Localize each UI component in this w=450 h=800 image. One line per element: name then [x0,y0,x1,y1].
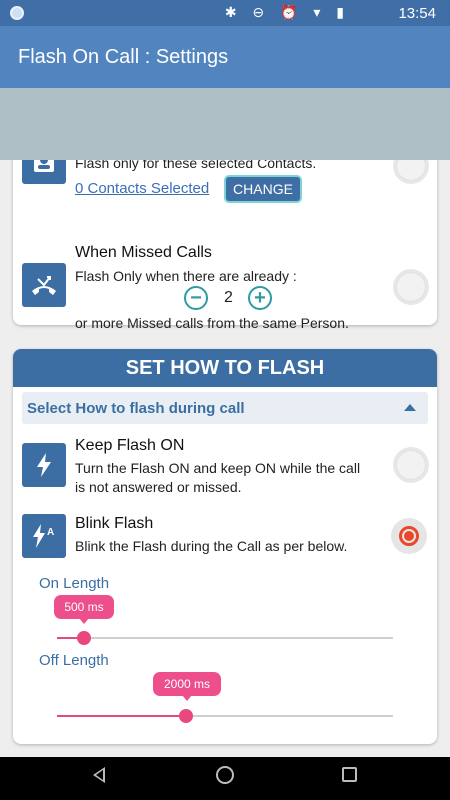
on-length-value-bubble: 500 ms [54,595,114,624]
contacts-selected-link[interactable]: 0 Contacts Selected [75,180,209,197]
missed-calls-radio[interactable] [393,269,429,305]
off-length-thumb[interactable] [179,709,193,723]
settings-scroll-area[interactable]: Flash only for these selected Contacts. … [0,160,450,757]
on-length-thumb[interactable] [77,631,91,645]
contacts-option[interactable]: Flash only for these selected Contacts. … [13,160,437,220]
caret-up-icon [404,404,416,411]
filter-card: Flash only for these selected Contacts. … [13,160,437,331]
contacts-radio[interactable] [393,160,429,184]
keep-flash-on-line1: Turn the Flash ON and keep ON while the … [75,460,361,476]
missed-calls-title: When Missed Calls [75,244,212,261]
missed-calls-line1: Flash Only when there are already : [75,268,297,284]
off-length-value-bubble: 2000 ms [153,672,221,701]
missed-call-icon [22,263,66,307]
flash-mode-collapse-toggle[interactable]: Select How to flash during call [22,392,428,424]
status-time: 13:54 [398,5,436,22]
on-length-slider[interactable] [57,637,393,639]
increase-button[interactable]: + [248,286,272,310]
system-nav-bar [0,757,450,800]
on-length-value: 500 ms [64,600,104,614]
flash-mode-card: SET HOW TO FLASH Select How to flash dur… [13,349,437,744]
keep-flash-on-line2: is not answered or missed. [75,479,242,495]
status-bar: ✱ ⊖ ⏰ ▾ ▮ 13:54 [0,0,450,26]
status-icons: ✱ ⊖ ⏰ ▾ ▮ [224,4,350,20]
off-length-slider[interactable] [57,715,393,717]
missed-calls-count: 2 [224,289,233,306]
home-icon[interactable] [216,766,234,784]
recent-apps-icon[interactable] [342,767,357,782]
back-icon[interactable] [93,767,105,783]
change-contacts-button[interactable]: CHANGE [224,175,302,203]
off-length-value: 2000 ms [163,677,211,691]
blink-flash-radio[interactable] [391,518,427,554]
page-title: Flash On Call : Settings [18,46,229,68]
keep-flash-on-radio[interactable] [393,447,429,483]
blink-flash-title: Blink Flash [75,515,154,532]
flash-icon [22,443,66,487]
missed-calls-line2: or more Missed calls from the same Perso… [75,315,349,331]
svg-text:A: A [47,527,54,538]
app-bar: Flash On Call : Settings [0,26,450,88]
missed-calls-option[interactable]: When Missed Calls Flash Only when there … [13,220,437,331]
blink-flash-line1: Blink the Flash during the Call as per b… [75,538,348,554]
off-length-fill [57,715,187,717]
decrease-button[interactable]: − [184,286,208,310]
subheader-label: Select How to flash during call [27,400,245,417]
blink-flash-option[interactable]: A Blink Flash Blink the Flash during the… [13,509,437,559]
section-header: SET HOW TO FLASH [13,349,437,387]
notification-icon [10,6,24,20]
off-length-label: Off Length [39,652,109,669]
contacts-description: Flash only for these selected Contacts. [75,160,317,171]
blink-flash-icon: A [22,514,66,558]
contacts-icon [22,160,66,184]
keep-flash-on-title: Keep Flash ON [75,437,185,454]
on-length-label: On Length [39,575,110,592]
banner-area [0,88,450,160]
keep-flash-on-option[interactable]: Keep Flash ON Turn the Flash ON and keep… [13,433,437,497]
